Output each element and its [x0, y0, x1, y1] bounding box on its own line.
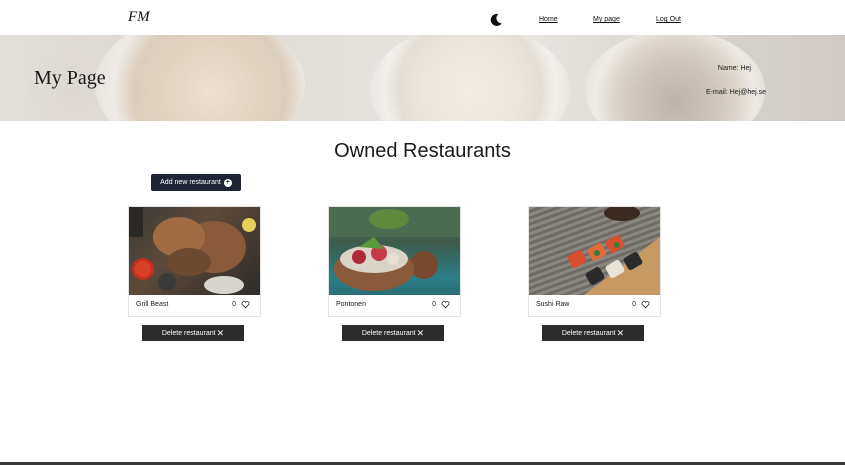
delete-restaurant-label: Delete restaurant: [361, 329, 416, 337]
close-icon: ✕: [416, 327, 425, 338]
restaurant-image: [129, 207, 260, 295]
nav-link-log-out[interactable]: Log Out: [656, 16, 681, 23]
card-footer: Pontonen 0: [329, 294, 460, 316]
heart-icon[interactable]: [441, 300, 450, 309]
section-title: Owned Restaurants: [334, 140, 511, 162]
like-count: 0: [632, 301, 636, 308]
close-icon: ✕: [616, 327, 625, 338]
restaurant-card[interactable]: Sushi Raw 0: [528, 206, 661, 317]
plus-circle-icon: +: [223, 178, 232, 187]
add-restaurant-label: Add new restaurant: [160, 179, 221, 186]
heart-icon[interactable]: [241, 300, 250, 309]
restaurant-card[interactable]: Grill Beast 0: [128, 206, 261, 317]
delete-restaurant-button[interactable]: Delete restaurant ✕: [542, 325, 644, 341]
moon-icon[interactable]: [489, 13, 503, 27]
user-email: E-mail: Hej@hej.se: [705, 89, 766, 96]
page-banner: My Page Name: Hej E-mail: Hej@hej.se: [0, 35, 845, 121]
restaurant-image: [329, 207, 460, 295]
add-restaurant-button[interactable]: Add new restaurant +: [151, 174, 241, 191]
delete-restaurant-button[interactable]: Delete restaurant ✕: [142, 325, 244, 341]
like-count: 0: [432, 301, 436, 308]
delete-restaurant-button[interactable]: Delete restaurant ✕: [342, 325, 444, 341]
close-icon: ✕: [216, 327, 225, 338]
banner-overlay: [0, 35, 845, 121]
delete-restaurant-label: Delete restaurant: [161, 329, 216, 337]
card-footer: Grill Beast 0: [129, 294, 260, 316]
restaurant-name: Grill Beast: [136, 301, 169, 308]
page-title: My Page: [34, 67, 106, 89]
heart-icon[interactable]: [641, 300, 650, 309]
card-footer: Sushi Raw 0: [529, 294, 660, 316]
restaurant-name: Sushi Raw: [536, 301, 570, 308]
logo[interactable]: FM: [128, 9, 150, 26]
restaurant-card[interactable]: Pontonen 0: [328, 206, 461, 317]
delete-restaurant-label: Delete restaurant: [561, 329, 616, 337]
restaurant-name: Pontonen: [336, 301, 366, 308]
like-count: 0: [232, 301, 236, 308]
top-navbar: FM Home My page Log Out: [0, 0, 845, 35]
restaurant-image: [529, 207, 660, 295]
user-name: Name: Hej: [717, 65, 751, 72]
nav-link-home[interactable]: Home: [539, 16, 558, 23]
nav-link-my-page[interactable]: My page: [593, 16, 620, 23]
